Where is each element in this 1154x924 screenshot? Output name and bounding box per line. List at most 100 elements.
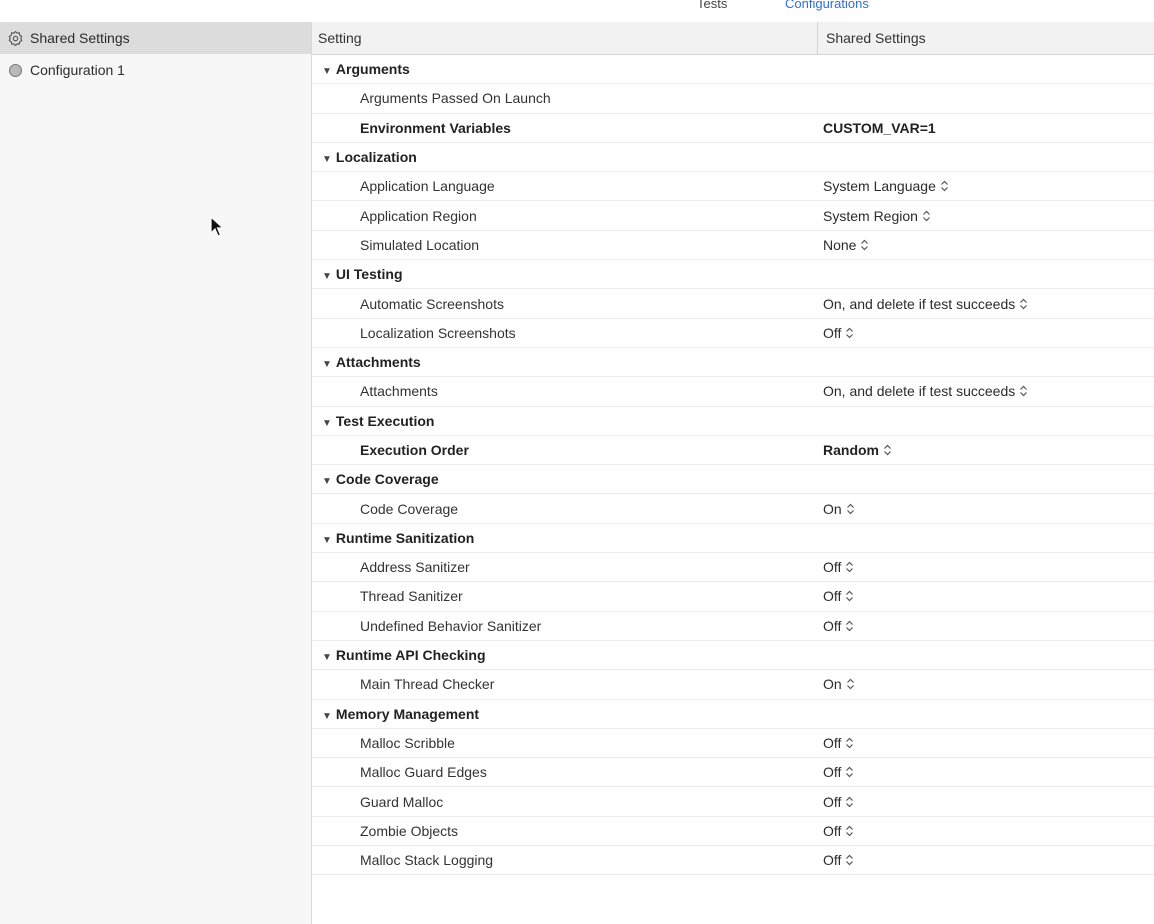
setting-value[interactable]: Random	[823, 442, 892, 458]
section-row-ui-testing[interactable]: ▼ UI Testing	[312, 260, 1154, 290]
setting-row-malloc-guard-edges[interactable]: Malloc Guard Edges Off	[312, 758, 1154, 788]
popup-stepper-icon[interactable]	[845, 560, 854, 574]
setting-value[interactable]: Off	[823, 823, 854, 839]
popup-stepper-icon[interactable]	[845, 589, 854, 603]
section-row-code-coverage[interactable]: ▼ Code Coverage	[312, 465, 1154, 495]
setting-value[interactable]: Off	[823, 559, 854, 575]
row-label-text: Undefined Behavior Sanitizer	[360, 617, 542, 634]
disclosure-triangle-icon[interactable]: ▼	[322, 535, 332, 546]
section-row-test-execution[interactable]: ▼ Test Execution	[312, 407, 1154, 436]
popup-stepper-icon[interactable]	[845, 736, 854, 750]
popup-stepper-icon[interactable]	[845, 765, 854, 779]
setting-row-automatic-screenshots[interactable]: Automatic Screenshots On, and delete if t…	[312, 289, 1154, 319]
setting-value[interactable]: Off	[823, 588, 854, 604]
setting-row-address-sanitizer[interactable]: Address Sanitizer Off	[312, 553, 1154, 583]
section-row-localization[interactable]: ▼ Localization	[312, 143, 1154, 173]
column-header-setting[interactable]: Setting	[312, 22, 818, 54]
section-row-runtime-sanitization[interactable]: ▼ Runtime Sanitization	[312, 524, 1154, 554]
setting-value[interactable]: System Language	[823, 178, 949, 194]
section-label: ▼ Runtime API Checking	[312, 647, 823, 663]
setting-value[interactable]: Off	[823, 618, 854, 634]
section-row-runtime-api-checking[interactable]: ▼ Runtime API Checking	[312, 641, 1154, 671]
popup-stepper-icon[interactable]	[845, 795, 854, 809]
setting-value-text: CUSTOM_VAR=1	[823, 119, 936, 136]
setting-row-environment-variables[interactable]: Environment Variables CUSTOM_VAR=1	[312, 114, 1154, 143]
setting-row-simulated-location[interactable]: Simulated Location None	[312, 231, 1154, 261]
setting-name: Malloc Stack Logging	[312, 852, 823, 868]
setting-value[interactable]: Off	[823, 325, 854, 341]
setting-value[interactable]: On, and delete if test succeeds	[823, 296, 1028, 312]
setting-row-localization-screenshots[interactable]: Localization Screenshots Off	[312, 319, 1154, 348]
setting-row-application-language[interactable]: Application Language System Language	[312, 172, 1154, 202]
popup-stepper-icon[interactable]	[845, 619, 854, 633]
setting-value-text: Off	[823, 764, 842, 781]
column-header-shared-settings[interactable]: Shared Settings	[818, 30, 926, 46]
setting-name: Simulated Location	[312, 237, 823, 253]
popup-stepper-icon[interactable]	[883, 443, 892, 457]
section-row-memory-management[interactable]: ▼ Memory Management	[312, 700, 1154, 729]
setting-row-undefined-behavior-sanitizer[interactable]: Undefined Behavior Sanitizer Off	[312, 612, 1154, 641]
popup-stepper-icon[interactable]	[860, 238, 869, 252]
popup-stepper-icon[interactable]	[845, 824, 854, 838]
setting-name: Execution Order	[312, 442, 823, 458]
setting-name: Localization Screenshots	[312, 325, 823, 341]
disclosure-triangle-icon[interactable]: ▼	[322, 271, 332, 282]
setting-value[interactable]: System Region	[823, 208, 931, 224]
disclosure-triangle-icon[interactable]: ▼	[322, 711, 332, 722]
setting-name: Environment Variables	[312, 120, 823, 136]
setting-value[interactable]: Off	[823, 794, 854, 810]
setting-value[interactable]: On	[823, 676, 855, 692]
setting-value[interactable]: Off	[823, 852, 854, 868]
popup-stepper-icon[interactable]	[845, 326, 854, 340]
setting-name: Malloc Scribble	[312, 735, 823, 751]
setting-row-code-coverage[interactable]: Code Coverage On	[312, 494, 1154, 524]
disclosure-triangle-icon[interactable]: ▼	[322, 476, 332, 487]
setting-row-zombie-objects[interactable]: Zombie Objects Off	[312, 817, 1154, 847]
popup-stepper-icon[interactable]	[846, 502, 855, 516]
sidebar-item-shared-settings[interactable]: Shared Settings	[0, 22, 311, 54]
row-label-text: Code Coverage	[360, 500, 459, 517]
disclosure-triangle-icon[interactable]: ▼	[322, 66, 332, 77]
row-label-text: Runtime Sanitization	[335, 529, 475, 546]
setting-row-main-thread-checker[interactable]: Main Thread Checker On	[312, 670, 1154, 700]
disclosure-triangle-icon[interactable]: ▼	[322, 359, 332, 370]
disclosure-triangle-icon[interactable]: ▼	[322, 418, 332, 429]
setting-value[interactable]: None	[823, 237, 869, 253]
setting-name: Address Sanitizer	[312, 559, 823, 575]
setting-value[interactable]: Off	[823, 764, 854, 780]
setting-name: Arguments Passed On Launch	[312, 90, 823, 106]
row-label-text: Thread Sanitizer	[360, 588, 463, 605]
row-label-text: Code Coverage	[335, 471, 439, 488]
section-row-attachments[interactable]: ▼ Attachments	[312, 348, 1154, 378]
setting-row-application-region[interactable]: Application Region System Region	[312, 201, 1154, 231]
popup-stepper-icon[interactable]	[846, 677, 855, 691]
setting-value[interactable]: Off	[823, 735, 854, 751]
setting-value[interactable]: On	[823, 501, 855, 517]
setting-row-execution-order[interactable]: Execution Order Random	[312, 436, 1154, 466]
popup-stepper-icon[interactable]	[1019, 297, 1028, 311]
disclosure-triangle-icon[interactable]: ▼	[322, 652, 332, 663]
tab-tests[interactable]: Tests	[697, 0, 727, 11]
row-label-text: Address Sanitizer	[360, 559, 470, 576]
popup-stepper-icon[interactable]	[922, 209, 931, 223]
row-label-text: Memory Management	[335, 705, 480, 722]
popup-stepper-icon[interactable]	[845, 853, 854, 867]
setting-value[interactable]: On, and delete if test succeeds	[823, 383, 1028, 399]
popup-stepper-icon[interactable]	[1019, 384, 1028, 398]
sidebar-item-configuration-1[interactable]: Configuration 1	[0, 54, 311, 86]
setting-name: Code Coverage	[312, 501, 823, 517]
setting-name: Automatic Screenshots	[312, 296, 823, 312]
setting-row-attachments[interactable]: Attachments On, and delete if test succee…	[312, 377, 1154, 407]
disclosure-triangle-icon[interactable]: ▼	[322, 154, 332, 165]
setting-row-arguments-passed-on-launch[interactable]: Arguments Passed On Launch	[312, 84, 1154, 114]
setting-value-text: System Region	[823, 207, 918, 224]
section-row-arguments[interactable]: ▼ Arguments	[312, 55, 1154, 85]
setting-name: Main Thread Checker	[312, 676, 823, 692]
setting-row-malloc-stack-logging[interactable]: Malloc Stack Logging Off	[312, 846, 1154, 876]
setting-row-thread-sanitizer[interactable]: Thread Sanitizer Off	[312, 582, 1154, 612]
setting-value-text: None	[823, 236, 857, 253]
popup-stepper-icon[interactable]	[940, 179, 949, 193]
tab-configurations[interactable]: Configurations	[785, 0, 869, 11]
setting-row-malloc-scribble[interactable]: Malloc Scribble Off	[312, 729, 1154, 759]
setting-row-guard-malloc[interactable]: Guard Malloc Off	[312, 787, 1154, 817]
